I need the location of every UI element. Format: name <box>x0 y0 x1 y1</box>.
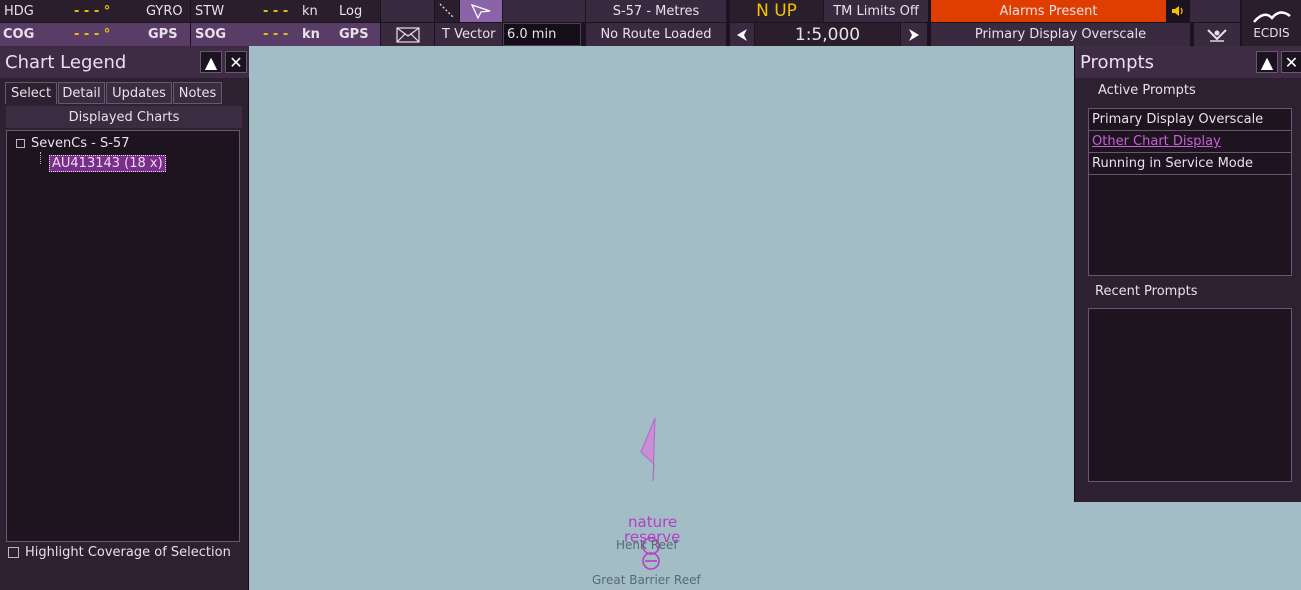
speaker-icon <box>1171 6 1183 16</box>
chevron-left-icon <box>737 28 747 41</box>
highlight-coverage-label: Highlight Coverage of Selection <box>25 545 231 560</box>
alarms-button[interactable]: Alarms Present <box>931 0 1166 22</box>
prompts-close-button[interactable]: ✕ <box>1281 51 1301 73</box>
tab-notes[interactable]: Notes <box>173 82 222 104</box>
route-label: No Route Loaded <box>600 27 712 42</box>
own-ship-symbol <box>640 417 656 482</box>
prompts-title-text: Prompts <box>1080 51 1154 73</box>
cog-value: - - - ° <box>74 27 111 42</box>
toolbar-spacer-2 <box>503 0 585 22</box>
stw-label: STW <box>195 3 225 19</box>
arrow-up-icon: ▲ <box>204 52 218 72</box>
sog-unit: kn <box>302 27 320 42</box>
stw-value: - - - <box>263 3 289 19</box>
alarms-label: Alarms Present <box>999 3 1098 19</box>
chart-standard-button[interactable]: S-57 - Metres <box>586 0 726 22</box>
messages-button[interactable] <box>381 23 434 46</box>
legend-title-text: Chart Legend <box>5 51 127 73</box>
vector-time-value: 6.0 min <box>507 27 557 42</box>
tm-limits-label: TM Limits Off <box>833 3 919 19</box>
hdg-source: GYRO <box>146 3 183 19</box>
cursor-tool-button[interactable] <box>460 0 502 22</box>
stw-readout: STW - - - kn Log <box>191 0 380 22</box>
tab-select[interactable]: Select <box>5 82 57 104</box>
hdg-value: - - - ° <box>74 3 111 19</box>
acknowledge-button[interactable] <box>1194 23 1240 46</box>
tab-updates[interactable]: Updates <box>106 82 172 104</box>
prompts-panel: Prompts ▲ ✕ Active Prompts Primary Displ… <box>1074 46 1301 502</box>
cog-label: COG <box>3 27 35 42</box>
sog-value: - - - <box>263 27 289 42</box>
display-status-button[interactable]: Primary Display Overscale <box>931 23 1190 46</box>
measure-line-icon <box>439 3 455 19</box>
display-status-label: Primary Display Overscale <box>974 27 1147 42</box>
sog-label: SOG <box>195 27 227 42</box>
hdg-label: HDG <box>4 3 34 19</box>
alarm-mute-button[interactable] <box>1166 0 1189 22</box>
vector-label: T Vector <box>442 27 496 42</box>
scale-display: 1:5,000 <box>755 23 900 46</box>
heading-readout: HDG - - - ° GYRO <box>0 0 190 22</box>
active-prompts-header: Active Prompts <box>1098 83 1196 98</box>
prompt-item-link[interactable]: Other Chart Display <box>1089 131 1291 153</box>
sog-readout: SOG - - - kn GPS <box>191 23 380 46</box>
gbr-label: Great Barrier Reef <box>592 573 701 587</box>
acknowledge-icon <box>1207 28 1227 42</box>
vector-mode-button[interactable]: T Vector <box>435 23 502 46</box>
chart-tree[interactable]: SevenCs - S-57 AU413143 (18 x) <box>6 130 240 542</box>
ecdis-logo[interactable]: ECDIS <box>1242 0 1301 46</box>
prompts-minimize-button[interactable]: ▲ <box>1256 51 1278 73</box>
scale-increase-button[interactable] <box>901 23 927 46</box>
tab-detail[interactable]: Detail <box>58 82 105 104</box>
chart-standard-label: S-57 - Metres <box>612 3 700 19</box>
vector-time-field[interactable]: 6.0 min <box>503 23 581 46</box>
prompt-item[interactable]: Running in Service Mode <box>1089 153 1291 175</box>
tree-connector <box>40 152 41 164</box>
highlight-coverage-checkbox[interactable] <box>8 547 19 558</box>
legend-close-button[interactable]: ✕ <box>225 51 247 73</box>
close-icon: ✕ <box>229 52 243 72</box>
tree-child-item[interactable]: AU413143 (18 x) <box>49 155 166 172</box>
stw-unit: kn <box>302 3 318 19</box>
orientation-button[interactable]: N UP <box>730 0 823 22</box>
tree-root-item[interactable]: SevenCs - S-57 <box>31 136 129 151</box>
reef-name-label: Henk Reef <box>616 538 678 552</box>
cog-source: GPS <box>148 27 178 42</box>
gull-logo-icon <box>1252 11 1291 23</box>
active-prompts-list[interactable]: Primary Display Overscale Other Chart Di… <box>1088 108 1292 276</box>
toolbar-spacer-3 <box>1190 0 1240 22</box>
route-button[interactable]: No Route Loaded <box>586 23 726 46</box>
prompt-item[interactable]: Primary Display Overscale <box>1089 109 1291 131</box>
arrow-up-icon: ▲ <box>1260 52 1274 72</box>
logo-text: ECDIS <box>1253 26 1290 40</box>
sog-source: GPS <box>339 27 369 42</box>
toolbar-spacer <box>381 0 434 22</box>
chart-legend-panel: Chart Legend ▲ ✕ Select Detail Updates N… <box>0 46 249 590</box>
recent-prompts-list[interactable] <box>1088 308 1292 482</box>
tree-expand-box[interactable] <box>16 139 25 148</box>
chevron-right-icon <box>909 28 919 41</box>
close-icon: ✕ <box>1284 52 1299 72</box>
cog-readout: COG - - - ° GPS <box>0 23 190 46</box>
measure-tool-button[interactable] <box>435 0 459 22</box>
cursor-pick-icon <box>470 3 491 19</box>
envelope-icon <box>395 26 420 43</box>
orientation-label: N UP <box>756 1 797 21</box>
recent-prompts-header: Recent Prompts <box>1095 284 1198 299</box>
legend-minimize-button[interactable]: ▲ <box>200 51 222 73</box>
scale-value: 1:5,000 <box>794 24 861 45</box>
displayed-charts-header: Displayed Charts <box>6 106 242 128</box>
stw-source: Log <box>339 3 363 19</box>
tm-limits-button[interactable]: TM Limits Off <box>824 0 928 22</box>
scale-decrease-button[interactable] <box>730 23 754 46</box>
